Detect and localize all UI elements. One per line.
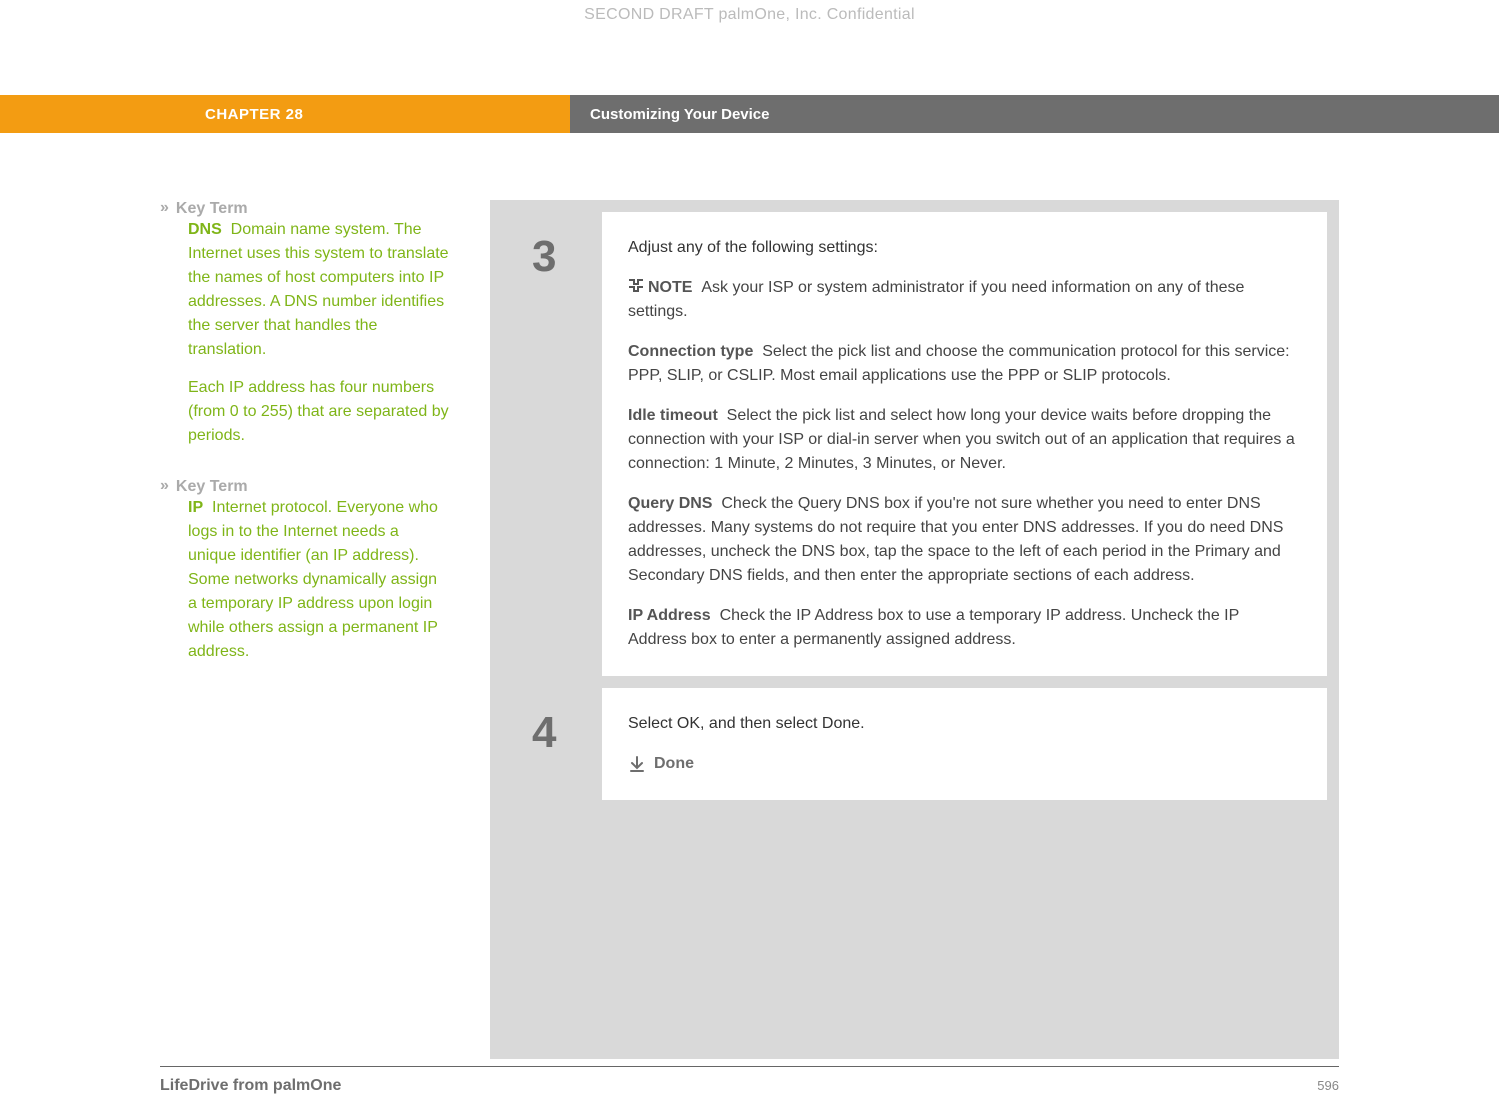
step: 3 Adjust any of the following settings: … (502, 212, 1327, 676)
setting-desc: Check the IP Address box to use a tempor… (628, 607, 1239, 648)
setting-name: IP Address (628, 607, 711, 624)
step-lead: Adjust any of the following settings: (628, 236, 1301, 260)
key-term-definition: Domain name system. The Internet uses th… (188, 221, 449, 358)
note-icon (628, 277, 644, 291)
page-content: » Key Term DNS Domain name system. The I… (160, 200, 1339, 1059)
done-label: Done (654, 752, 694, 776)
done-indicator: Done (628, 752, 1301, 776)
setting-desc: Select the pick list and select how long… (628, 407, 1295, 472)
note-text: Ask your ISP or system administrator if … (628, 279, 1244, 320)
chapter-title-bar: Customizing Your Device (570, 95, 1499, 133)
confidential-watermark: SECOND DRAFT palmOne, Inc. Confidential (0, 6, 1499, 24)
chapter-title: Customizing Your Device (590, 106, 769, 123)
key-term-label: Key Term (176, 478, 248, 496)
setting-name: Connection type (628, 343, 753, 360)
setting-name: Idle timeout (628, 407, 718, 424)
setting-desc: Check the Query DNS box if you're not su… (628, 495, 1283, 584)
key-term-block: » Key Term DNS Domain name system. The I… (160, 200, 450, 448)
chevron-right-icon: » (160, 200, 166, 216)
step-number: 4 (502, 688, 602, 800)
key-term-block: » Key Term IP Internet protocol. Everyon… (160, 478, 450, 664)
setting-name: Query DNS (628, 495, 712, 512)
key-term-name: IP (188, 499, 203, 516)
key-term-extra: Each IP address has four numbers (from 0… (188, 376, 450, 448)
chevron-right-icon: » (160, 478, 166, 494)
steps-panel: 3 Adjust any of the following settings: … (490, 200, 1339, 1059)
page-number: 596 (1317, 1078, 1339, 1093)
key-term-name: DNS (188, 221, 222, 238)
page-footer: LifeDrive from palmOne 596 (160, 1066, 1339, 1095)
chapter-badge: CHAPTER 28 (0, 95, 570, 133)
chapter-header: CHAPTER 28 Customizing Your Device (0, 95, 1499, 133)
step: 4 Select OK, and then select Done. Done (502, 688, 1327, 800)
key-term-label: Key Term (176, 200, 248, 218)
key-term-definition: Internet protocol. Everyone who logs in … (188, 499, 438, 660)
chapter-number: CHAPTER 28 (205, 106, 303, 123)
step-body: Select OK, and then select Done. Done (602, 688, 1327, 800)
note-label: NOTE (648, 279, 692, 296)
step-body: Adjust any of the following settings: NO… (602, 212, 1327, 676)
step-lead: Select OK, and then select Done. (628, 712, 1301, 736)
product-name: LifeDrive from palmOne (160, 1077, 341, 1095)
step-number: 3 (502, 212, 602, 676)
done-arrow-icon (628, 755, 646, 773)
sidebar: » Key Term DNS Domain name system. The I… (160, 200, 450, 1059)
